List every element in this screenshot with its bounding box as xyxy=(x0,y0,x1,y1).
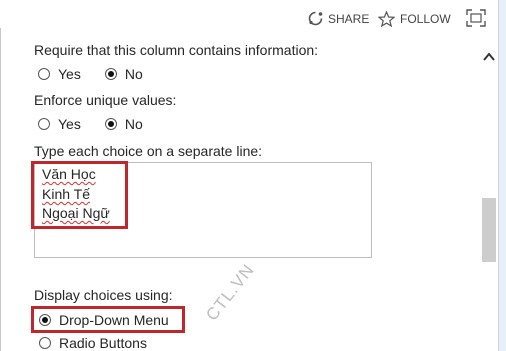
unique-radio-group: Yes No xyxy=(38,116,143,132)
share-label: SHARE xyxy=(328,11,370,26)
left-frame xyxy=(0,28,22,351)
unique-yes-radio[interactable] xyxy=(38,118,50,130)
unique-yes-label: Yes xyxy=(58,116,81,132)
choices-highlight-box xyxy=(31,161,128,229)
radio-buttons-label: Radio Buttons xyxy=(59,335,147,351)
required-no-radio[interactable] xyxy=(104,68,117,80)
share-icon xyxy=(308,11,323,26)
scroll-up-button[interactable] xyxy=(482,50,496,64)
choices-label: Type each choice on a separate line: xyxy=(34,143,263,159)
required-yes-label: Yes xyxy=(58,66,81,82)
scrollbar-thumb[interactable] xyxy=(482,198,496,262)
unique-question: Enforce unique values: xyxy=(34,92,177,108)
required-radio-group: Yes No xyxy=(38,66,143,82)
left-frame-edge xyxy=(0,28,1,351)
follow-label: FOLLOW xyxy=(400,12,451,26)
right-frame xyxy=(498,0,506,351)
radio-buttons-radio[interactable] xyxy=(39,337,51,349)
required-no-label: No xyxy=(124,66,143,82)
unique-no-radio[interactable] xyxy=(104,118,117,130)
star-icon xyxy=(378,11,395,27)
required-yes-radio[interactable] xyxy=(38,68,50,80)
right-frame-edge xyxy=(498,0,499,351)
display-choices-label: Display choices using: xyxy=(34,287,173,303)
dropdown-highlight-box xyxy=(31,306,185,333)
scrollbar-track[interactable] xyxy=(480,38,498,351)
radio-buttons-option[interactable]: Radio Buttons xyxy=(39,335,147,351)
share-button[interactable]: SHARE xyxy=(308,11,369,26)
fullscreen-icon xyxy=(466,9,486,27)
required-question: Require that this column contains inform… xyxy=(34,42,319,58)
unique-no-label: No xyxy=(124,116,143,132)
follow-button[interactable]: FOLLOW xyxy=(378,11,451,27)
chevron-up-icon xyxy=(483,52,495,61)
